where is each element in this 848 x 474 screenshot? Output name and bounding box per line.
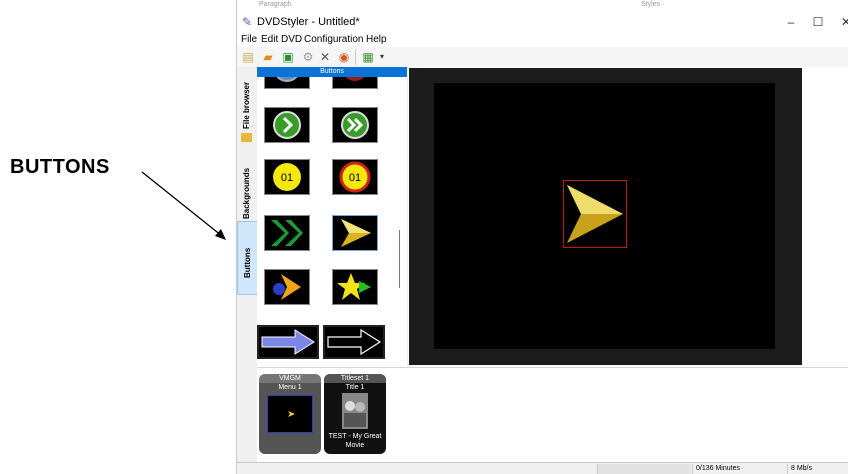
palette-item-gold-arrow[interactable] xyxy=(332,215,378,251)
tab-buttons[interactable]: Buttons xyxy=(237,221,258,295)
vmgm-header: VMGM xyxy=(259,374,321,383)
palette-item-green-forward[interactable] xyxy=(332,107,378,143)
save-icon[interactable]: ▣ xyxy=(281,50,295,64)
background-window-header: Paragraph Styles xyxy=(237,0,848,12)
status-duration: 0/136 Minutes xyxy=(692,464,786,474)
titleset-item[interactable]: Titleset 1 Title 1 TEST - My Great Movie xyxy=(324,374,386,454)
buttons-palette: Buttons 01 01 xyxy=(257,67,407,367)
menu-edit[interactable]: Edit xyxy=(261,34,278,45)
new-icon[interactable]: ▤ xyxy=(241,50,255,64)
annotation-label: BUTTONS xyxy=(10,156,110,178)
ghost-paragraph: Paragraph xyxy=(259,1,292,8)
titleset-header: Titleset 1 xyxy=(324,374,386,383)
palette-item-orange-arrow-ball[interactable] xyxy=(264,269,310,305)
chevron-down-icon[interactable]: ▾ xyxy=(375,50,389,64)
palette-item-outline-arrow[interactable] xyxy=(323,325,385,359)
open-icon[interactable]: ▰ xyxy=(261,50,275,64)
tab-backgrounds[interactable]: Backgrounds xyxy=(237,149,256,225)
selection-box xyxy=(563,180,627,248)
title-caption-line2: Movie xyxy=(345,442,365,449)
tab-file-browser[interactable]: File browser xyxy=(237,69,256,145)
title-label: Title 1 xyxy=(345,384,365,391)
app-icon: ✎ xyxy=(242,15,253,29)
palette-title: Buttons xyxy=(257,67,407,77)
palette-item-yellow-number[interactable]: 01 xyxy=(264,159,310,195)
palette-scrollbar[interactable] xyxy=(399,230,400,288)
window-title: DVDStyler - Untitled* xyxy=(257,16,360,28)
toolbar-separator xyxy=(355,49,356,65)
title-bar: ✎ DVDStyler - Untitled* – ☐ ✕ xyxy=(237,12,848,34)
vmgm-menu-label: Menu 1 xyxy=(278,384,302,391)
titleset-manager: VMGM Menu 1 Titleset 1 Title 1 TEST - My… xyxy=(257,367,848,463)
menu-help[interactable]: Help xyxy=(366,34,387,45)
ghost-styles: Styles xyxy=(641,1,661,8)
toolbar: ▤ ▰ ▣ ⚙ ✕ ◉ ▦ ▾ xyxy=(237,47,848,68)
status-bitrate: 8 Mb/s xyxy=(787,464,848,474)
number-label: 01 xyxy=(349,172,361,184)
menu-file[interactable]: File xyxy=(241,34,257,45)
vmgm-menu-thumbnail[interactable] xyxy=(267,395,313,433)
title-caption-line1: TEST - My Great xyxy=(328,433,382,440)
maximize-button[interactable]: ☐ xyxy=(808,15,828,29)
palette-item-blue-arrow[interactable] xyxy=(257,325,319,359)
menu-dvd[interactable]: DVD xyxy=(281,34,302,45)
palette-item-yellow-star-arrow[interactable] xyxy=(332,269,378,305)
palette-item-yellow-red-ring[interactable]: 01 xyxy=(332,159,378,195)
annotation-arrow-icon xyxy=(141,171,226,240)
palette-item-green-chevrons[interactable] xyxy=(264,215,310,251)
burn-icon[interactable]: ◉ xyxy=(337,50,351,64)
number-label: 01 xyxy=(281,172,293,184)
minimize-button[interactable]: – xyxy=(781,15,801,29)
vmgm-item[interactable]: VMGM Menu 1 xyxy=(259,374,321,454)
title-thumbnail[interactable] xyxy=(338,393,372,429)
menu-bar: File Edit DVD Configuration Help xyxy=(237,34,848,47)
side-tabs: File browser Backgrounds Buttons xyxy=(237,67,258,465)
settings-icon[interactable]: ⚙ xyxy=(301,50,315,64)
status-progress xyxy=(597,464,691,474)
status-bar: 0/136 Minutes 8 Mb/s xyxy=(237,462,848,474)
palette-item-green-play[interactable] xyxy=(264,107,310,143)
tools-icon[interactable]: ✕ xyxy=(318,50,332,64)
close-button[interactable]: ✕ xyxy=(836,15,848,29)
menu-configuration[interactable]: Configuration xyxy=(304,34,363,45)
dvdstyler-window: Paragraph Styles ✎ DVDStyler - Untitled*… xyxy=(236,0,848,474)
folder-icon xyxy=(241,133,252,142)
add-file-icon[interactable]: ▦ xyxy=(361,50,375,64)
